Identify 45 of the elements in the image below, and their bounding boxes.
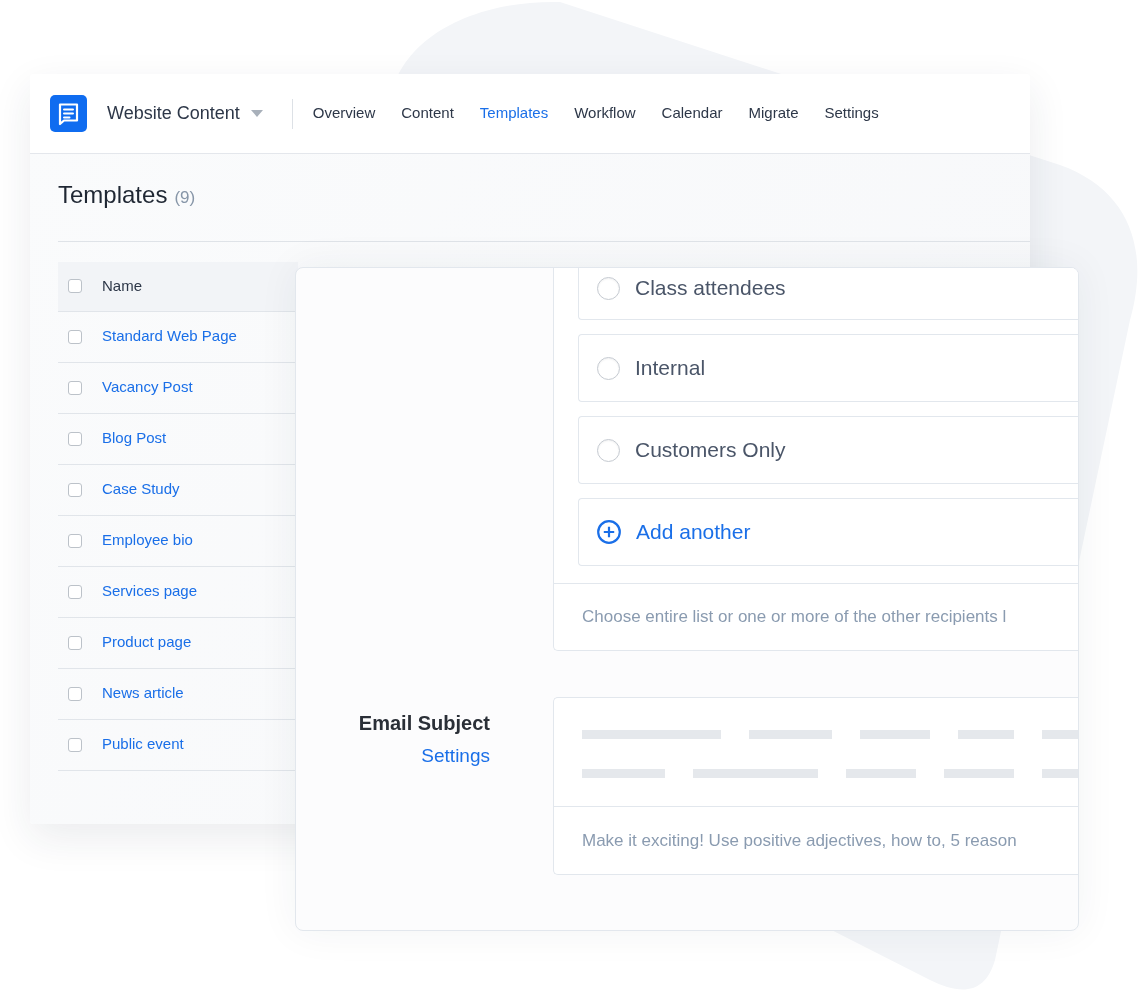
column-header: Name: [102, 275, 142, 296]
template-link[interactable]: Public event: [102, 733, 184, 756]
template-link[interactable]: Blog Post: [102, 427, 167, 450]
nav-tab[interactable]: Templates: [479, 102, 549, 125]
checkbox[interactable]: [68, 431, 82, 446]
plus-circle-icon: [597, 520, 621, 544]
checkbox[interactable]: [68, 686, 82, 701]
document-icon: [50, 95, 87, 132]
template-link[interactable]: Case Study: [102, 478, 180, 501]
template-link[interactable]: News article: [102, 682, 184, 705]
checkbox[interactable]: [68, 279, 82, 293]
nav-tab[interactable]: Content: [401, 102, 454, 125]
nav-tab[interactable]: Calendar: [661, 102, 723, 125]
template-link[interactable]: Employee bio: [102, 529, 193, 552]
field-label: Email Subject: [357, 711, 490, 736]
recipient-option[interactable]: Class attendees: [578, 268, 1078, 320]
subject-field[interactable]: Make it exciting! Use positive adjectives, how to, 5 reason: [553, 697, 1078, 875]
template-link[interactable]: Standard Web Page: [102, 325, 237, 348]
radio-button[interactable]: [597, 438, 620, 462]
template-link[interactable]: Product page: [102, 631, 192, 654]
checkbox[interactable]: [68, 329, 82, 344]
help-text: Make it exciting! Use positive adjectives, how to, 5 reason: [554, 806, 1078, 874]
checkbox[interactable]: [68, 584, 82, 599]
recipient-option[interactable]: Internal: [578, 334, 1078, 402]
checkbox[interactable]: [68, 482, 82, 497]
checkbox[interactable]: [68, 635, 82, 650]
template-link[interactable]: Vacancy Post: [102, 376, 193, 399]
add-another-button[interactable]: Add another: [578, 498, 1078, 566]
workspace-dropdown[interactable]: Website Content: [107, 100, 263, 127]
radio-button[interactable]: [597, 356, 620, 380]
help-text: Choose entire list or one or more of the other recipients l: [554, 583, 1078, 650]
checkbox[interactable]: [68, 380, 82, 395]
settings-link[interactable]: Settings: [421, 743, 490, 769]
caret-icon: [250, 110, 263, 117]
recipient-option[interactable]: Customers Only: [578, 416, 1078, 484]
checkbox[interactable]: [68, 533, 82, 548]
nav-tab[interactable]: Settings: [824, 102, 879, 125]
nav-tab[interactable]: Overview: [312, 102, 376, 125]
nav-tab[interactable]: Migrate: [748, 102, 799, 125]
page-title: Templates: [58, 180, 168, 210]
radio-button[interactable]: [597, 276, 620, 300]
item-count: (9): [174, 187, 196, 209]
checkbox[interactable]: [68, 737, 82, 752]
template-link[interactable]: Services page: [102, 580, 198, 603]
nav-tab[interactable]: Workflow: [574, 102, 636, 125]
